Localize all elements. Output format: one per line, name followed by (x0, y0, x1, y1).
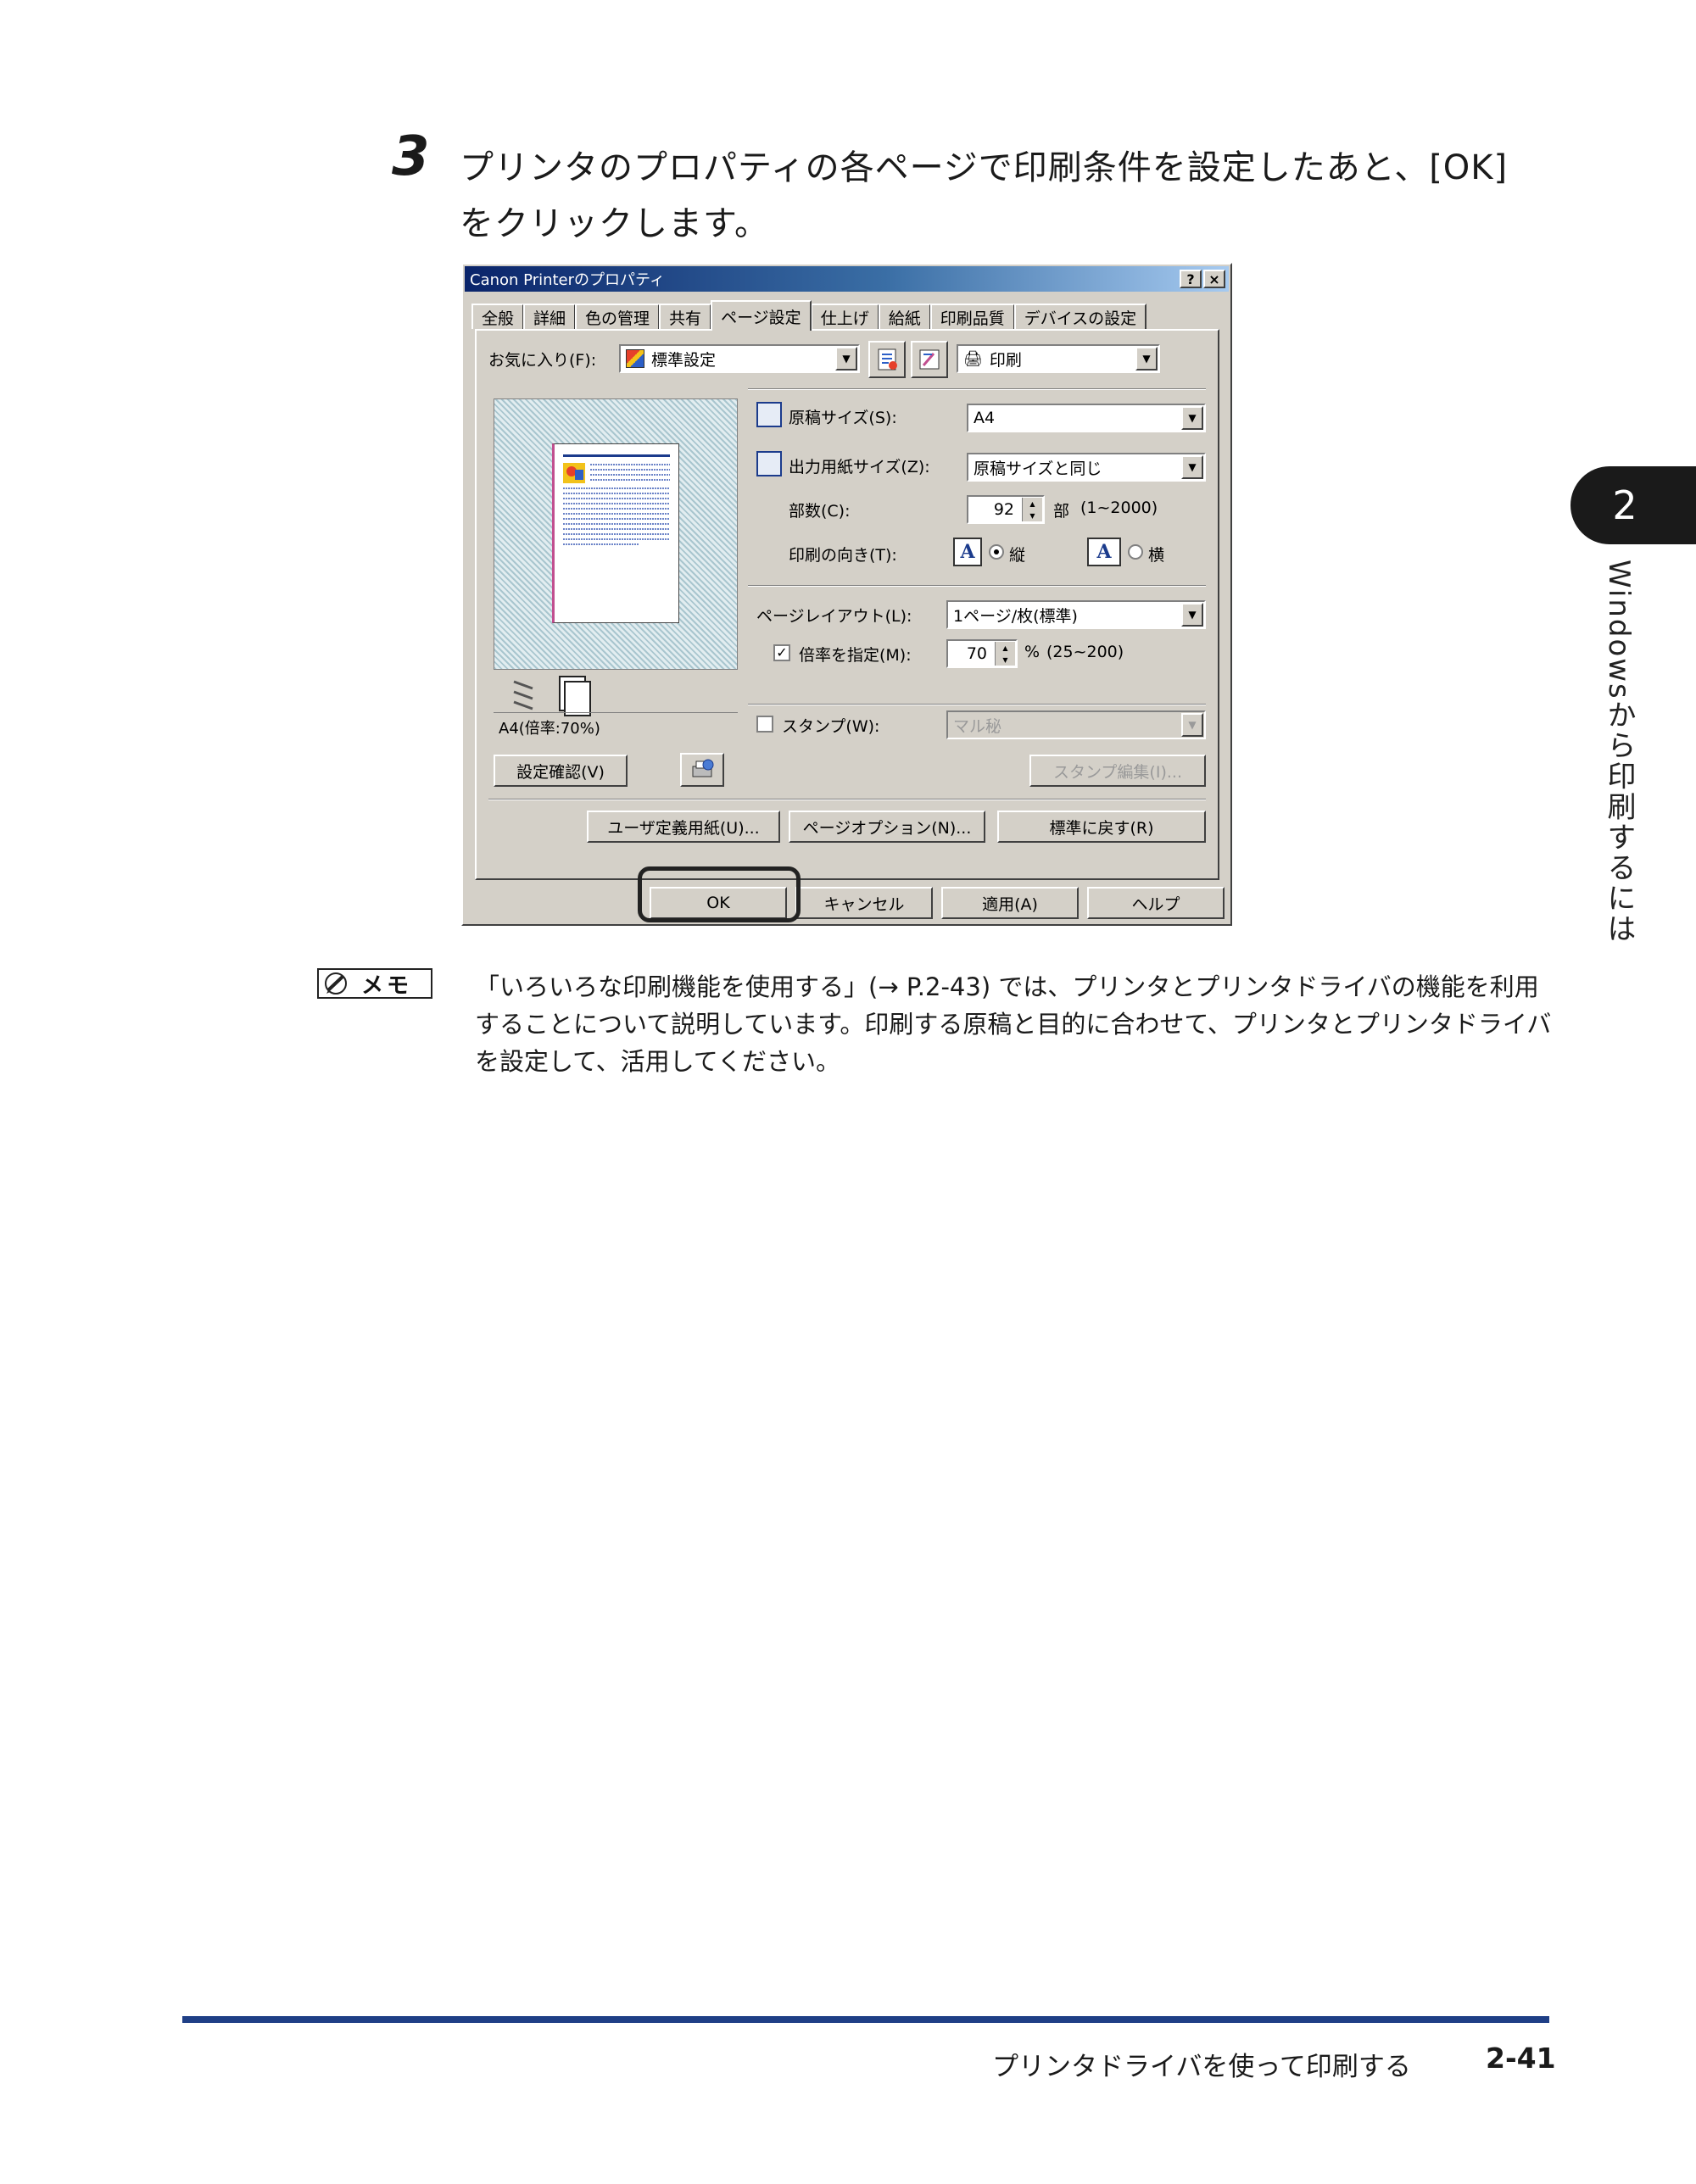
orientation-label: 印刷の向き(T): (789, 546, 897, 565)
scale-value: 70 (966, 644, 987, 663)
ok-button-highlight (638, 866, 801, 922)
chevron-down-icon: ▼ (1181, 455, 1203, 479)
copies-value: 92 (993, 500, 1014, 519)
stamp-checkbox[interactable] (756, 716, 773, 733)
portrait-icon: A (953, 538, 982, 566)
chevron-down-icon: ▼ (835, 347, 857, 370)
copies-range: (1~2000) (1080, 499, 1158, 517)
stamp-select[interactable]: マル秘 ▼ (946, 710, 1206, 739)
printer-icon: 🖨 (963, 349, 983, 368)
tab-paper-source[interactable]: 給紙 (878, 304, 931, 329)
page-setup-panel: お気に入り(F): 標準設定 ▼ 🖨 印刷 ▼ A4(倍率:70%) 原稿サイズ… (475, 329, 1219, 880)
dialog-titlebar: Canon Printerのプロパティ ? × (465, 266, 1229, 292)
printer-status-button[interactable] (680, 753, 724, 787)
check-settings-button[interactable]: 設定確認(V) (494, 755, 628, 787)
stamp-value: マル秘 (953, 716, 1002, 736)
copies-label: 部数(C): (789, 502, 851, 521)
original-size-value: A4 (974, 409, 996, 427)
tab-device-settings[interactable]: デバイスの設定 (1013, 304, 1147, 329)
dialog-title: Canon Printerのプロパティ (470, 271, 665, 289)
tab-details[interactable]: 詳細 (523, 304, 577, 329)
output-size-label: 出力用紙サイズ(Z): (789, 458, 930, 476)
landscape-radio[interactable] (1128, 544, 1143, 560)
spin-updown-icon[interactable]: ▲ ▼ (995, 642, 1015, 666)
footer-rule (182, 2016, 1549, 2023)
chapter-tab: 2 (1570, 466, 1696, 544)
favorites-value: 標準設定 (651, 350, 717, 370)
page-layout-value: 1ページ/枚(標準) (953, 606, 1078, 626)
tab-general[interactable]: 全般 (471, 304, 525, 329)
help-question-button[interactable]: ? (1180, 270, 1202, 288)
footer-section-title: プリンタドライバを使って印刷する (992, 2052, 1411, 2082)
add-favorite-icon (878, 348, 897, 370)
cancel-button[interactable]: キャンセル (795, 887, 933, 919)
divider (748, 585, 1206, 587)
printer-status-icon (692, 759, 714, 777)
apply-button[interactable]: 適用(A) (941, 887, 1079, 919)
output-size-icon (756, 451, 782, 476)
favorites-label: お気に入り(F): (488, 351, 597, 370)
step-number: 3 (392, 125, 430, 188)
original-size-select[interactable]: A4 ▼ (967, 404, 1206, 432)
page-options-button[interactable]: ページオプション(N)... (789, 811, 985, 843)
favorites-select[interactable]: 標準設定 ▼ (619, 344, 860, 373)
scale-checkbox[interactable]: ✓ (773, 644, 790, 661)
spin-updown-icon[interactable]: ▲ ▼ (1022, 498, 1042, 521)
output-method-select[interactable]: 🖨 印刷 ▼ (957, 344, 1160, 373)
step-instruction: プリンタのプロパティの各ページで印刷条件を設定したあと、[OK] をクリックしま… (460, 148, 1509, 243)
add-favorite-button[interactable] (868, 341, 906, 378)
tab-print-quality[interactable]: 印刷品質 (929, 304, 1015, 329)
divider (748, 704, 1206, 705)
output-size-value: 原稿サイズと同じ (974, 459, 1102, 478)
divider (748, 388, 1206, 390)
chapter-number: 2 (1612, 482, 1637, 528)
tab-color-management[interactable]: 色の管理 (575, 304, 661, 329)
preview-page-sheet (552, 443, 679, 623)
chapter-title: Windowsから印刷するには (1602, 560, 1636, 944)
page-layout-label: ページレイアウト(L): (756, 607, 912, 626)
memo-label: メモ (361, 972, 413, 999)
preview-caption: A4(倍率:70%) (494, 712, 738, 741)
copies-stepper[interactable]: 92 ▲ ▼ (967, 495, 1045, 524)
chevron-down-icon: ▼ (1135, 347, 1158, 370)
output-method-value: 印刷 (989, 350, 1022, 370)
tab-finishing[interactable]: 仕上げ (810, 304, 879, 329)
preview-content-graphic (563, 454, 670, 545)
chevron-down-icon: ▼ (1181, 406, 1203, 430)
scale-stepper[interactable]: 70 ▲ ▼ (946, 639, 1018, 668)
scale-unit: % (1024, 643, 1040, 661)
portrait-label: 縦 (1009, 546, 1026, 565)
tab-strip: 全般 詳細 色の管理 共有 ページ設定 仕上げ 給紙 印刷品質 デバイスの設定 (471, 300, 1147, 331)
portrait-radio[interactable] (989, 544, 1004, 560)
printer-properties-dialog: Canon Printerのプロパティ ? × 全般 詳細 色の管理 共有 ペー… (461, 263, 1232, 926)
favorites-icon (626, 349, 644, 368)
chevron-down-icon: ▼ (1181, 713, 1203, 737)
custom-paper-button[interactable]: ユーザ定義用紙(U)... (587, 811, 780, 843)
page-layout-select[interactable]: 1ページ/枚(標準) ▼ (946, 600, 1206, 629)
memo-badge: メモ (317, 968, 432, 999)
memo-text: 「いろいろな印刷機能を使用する」(→ P.2-43) では、プリンタとプリンタド… (475, 972, 1552, 1076)
pencil-icon (319, 970, 356, 997)
copies-unit: 部 (1053, 502, 1070, 521)
edit-favorite-icon (919, 349, 940, 370)
original-size-label: 原稿サイズ(S): (789, 409, 897, 427)
tab-page-setup[interactable]: ページ設定 (711, 300, 812, 331)
page-preview (494, 398, 738, 670)
landscape-icon: A (1087, 538, 1121, 566)
footer-page-number: 2-41 (1486, 2042, 1556, 2075)
scale-label: 倍率を指定(M): (799, 646, 912, 665)
divider (488, 799, 1206, 800)
stamp-label: スタンプ(W): (782, 717, 880, 736)
edit-favorite-button[interactable] (911, 341, 948, 378)
stamp-edit-button[interactable]: スタンプ編集(I)... (1029, 755, 1206, 787)
tab-sharing[interactable]: 共有 (659, 304, 712, 329)
scale-range: (25~200) (1046, 643, 1124, 661)
help-button[interactable]: ヘルプ (1087, 887, 1225, 919)
output-size-select[interactable]: 原稿サイズと同じ ▼ (967, 453, 1206, 482)
restore-defaults-button[interactable]: 標準に戻す(R) (997, 811, 1206, 843)
close-button[interactable]: × (1203, 270, 1225, 288)
original-size-icon (756, 402, 782, 427)
landscape-label: 横 (1148, 546, 1165, 565)
chevron-down-icon: ▼ (1181, 603, 1203, 627)
